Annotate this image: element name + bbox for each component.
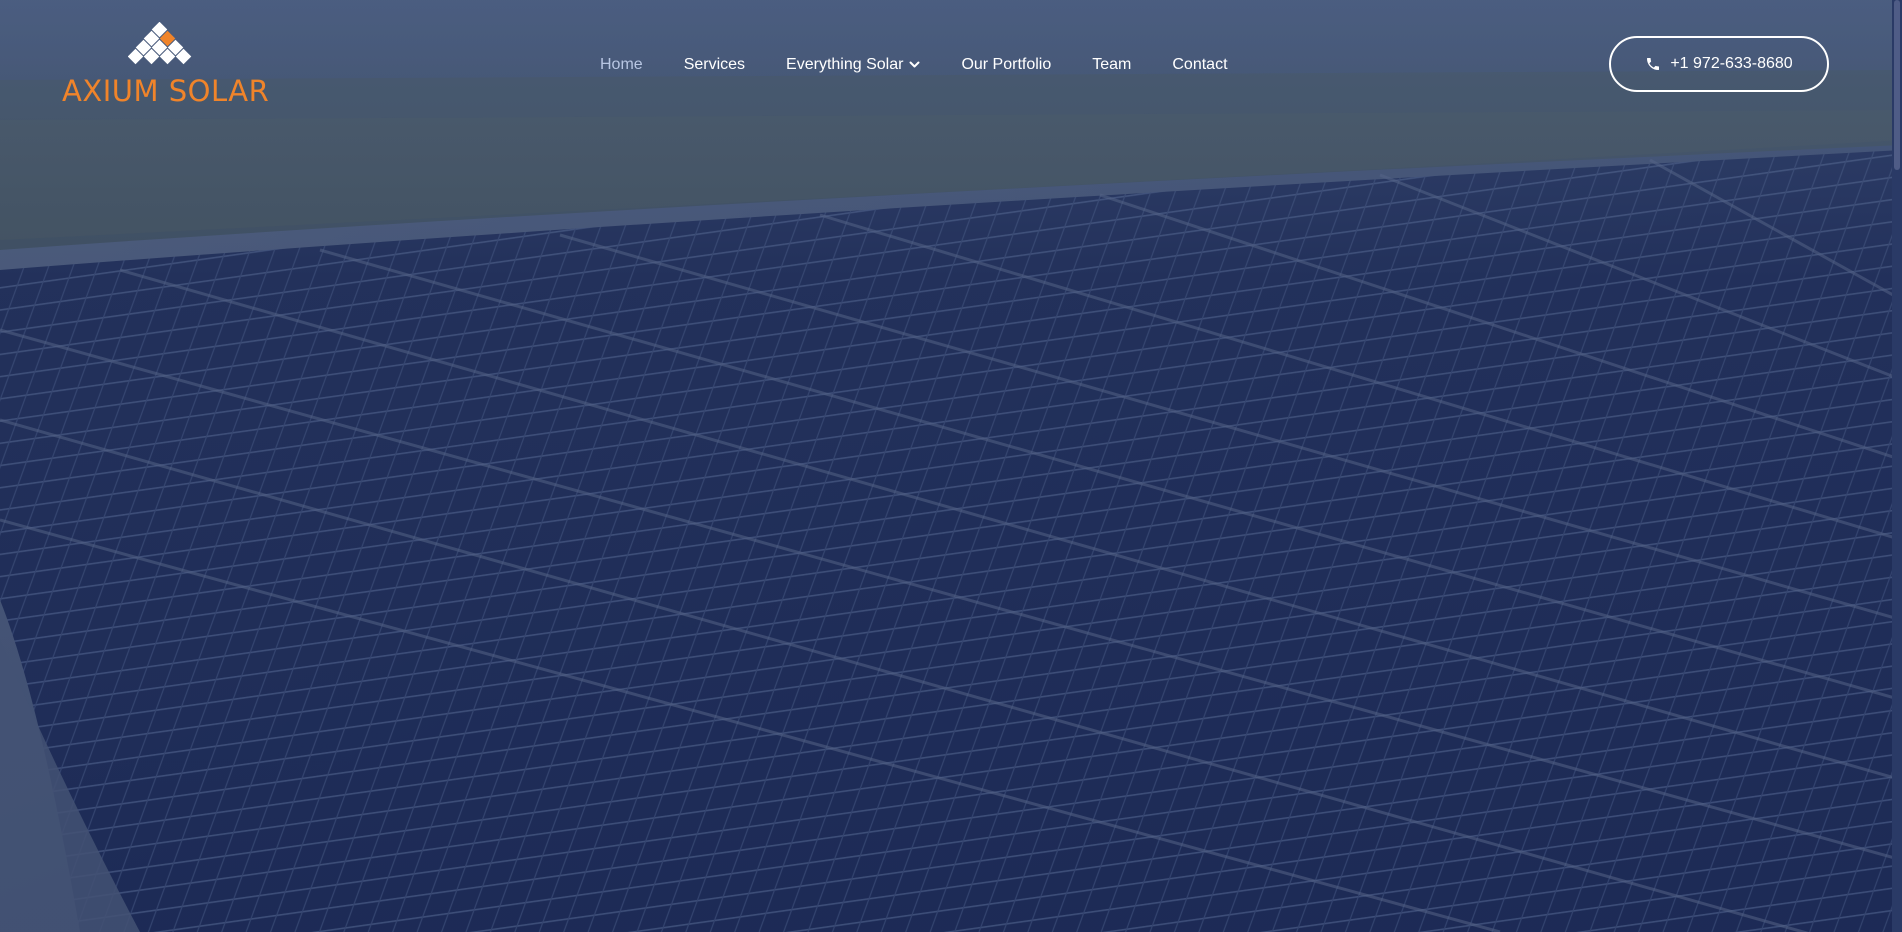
scrollbar[interactable] xyxy=(1892,0,1902,932)
nav-item-our-portfolio[interactable]: Our Portfolio xyxy=(961,56,1051,74)
nav-item-contact[interactable]: Contact xyxy=(1172,56,1227,74)
nav-item-services[interactable]: Services xyxy=(684,56,745,74)
nav-item-team[interactable]: Team xyxy=(1092,56,1131,74)
chevron-down-icon xyxy=(909,61,920,68)
nav-item-label: Home xyxy=(600,56,643,73)
nav-item-label: Team xyxy=(1092,56,1132,73)
hero-overlay xyxy=(0,0,1902,932)
phone-icon xyxy=(1647,58,1660,70)
page: AXIUM SOLAR Home Services Everything Sol… xyxy=(0,0,1902,932)
main-nav: Home Services Everything Solar Our Portf… xyxy=(600,50,1228,80)
phone-number: +1 972-633-8680 xyxy=(1670,55,1793,72)
nav-item-label: Our Portfolio xyxy=(961,56,1052,73)
nav-item-label: Services xyxy=(683,56,746,73)
nav-item-label: Contact xyxy=(1172,56,1228,73)
scrollbar-thumb[interactable] xyxy=(1894,0,1900,170)
logo-text: AXIUM SOLAR xyxy=(62,74,270,108)
logo[interactable]: AXIUM SOLAR xyxy=(62,22,270,112)
nav-item-label: Everything Solar xyxy=(786,56,904,73)
logo-diamond-icon xyxy=(128,22,192,65)
nav-item-everything-solar[interactable]: Everything Solar xyxy=(786,56,920,74)
site-header: AXIUM SOLAR Home Services Everything Sol… xyxy=(0,0,1892,130)
phone-call-button[interactable]: +1 972-633-8680 xyxy=(1609,36,1829,92)
nav-item-home[interactable]: Home xyxy=(600,56,643,74)
